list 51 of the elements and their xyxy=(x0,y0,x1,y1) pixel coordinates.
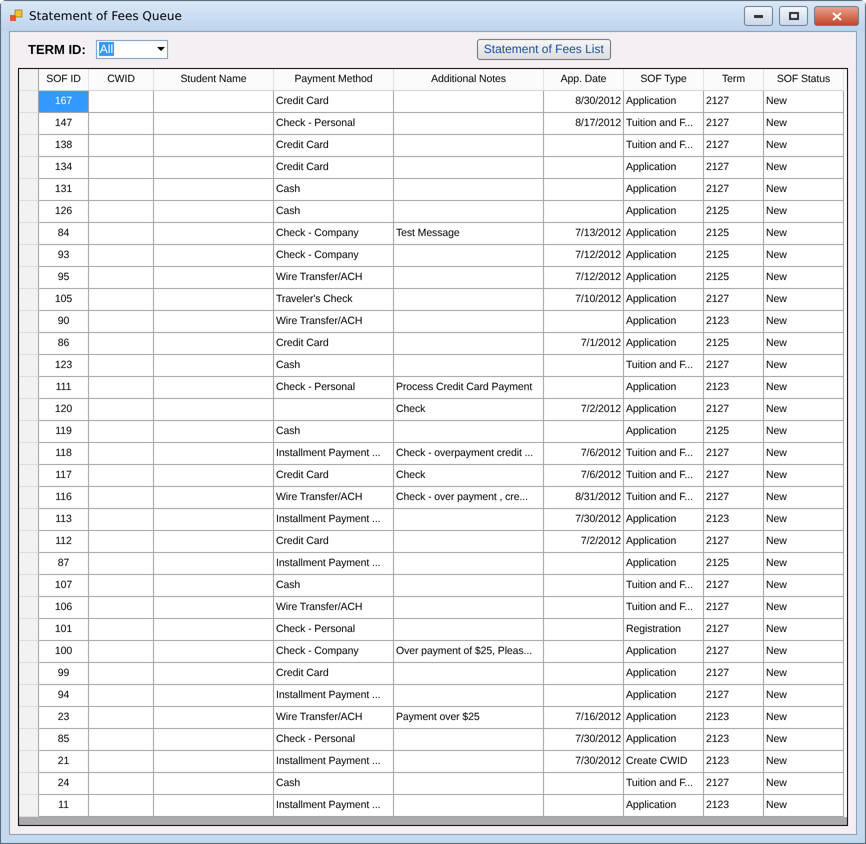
row-header[interactable] xyxy=(19,399,39,421)
table-cell: 2123 xyxy=(704,795,764,817)
row-header[interactable] xyxy=(19,531,39,553)
window-title: Statement of Fees Queue xyxy=(29,9,183,23)
row-header[interactable] xyxy=(19,245,39,267)
row-header[interactable] xyxy=(19,91,39,113)
row-header[interactable] xyxy=(19,267,39,289)
table-cell xyxy=(89,795,154,817)
row-header[interactable] xyxy=(19,619,39,641)
table-cell: Installment Payment ... xyxy=(274,795,394,817)
row-header[interactable] xyxy=(19,597,39,619)
row-header[interactable] xyxy=(19,509,39,531)
row-header[interactable] xyxy=(19,223,39,245)
row-header[interactable] xyxy=(19,135,39,157)
table-cell: New xyxy=(764,795,844,817)
row-header[interactable] xyxy=(19,795,39,817)
row-header[interactable] xyxy=(19,751,39,773)
row-header[interactable] xyxy=(19,443,39,465)
table-cell: Application xyxy=(624,795,704,817)
row-header[interactable] xyxy=(19,663,39,685)
row-header[interactable] xyxy=(19,487,39,509)
dropdown-arrow-icon xyxy=(156,47,165,51)
row-header[interactable] xyxy=(19,685,39,707)
close-button[interactable] xyxy=(814,6,859,26)
maximize-icon xyxy=(788,12,798,20)
row-header[interactable] xyxy=(19,773,39,795)
row-header[interactable] xyxy=(19,157,39,179)
row-header[interactable] xyxy=(19,553,39,575)
row-header[interactable] xyxy=(19,465,39,487)
row-header[interactable] xyxy=(19,641,39,663)
minimize-button[interactable] xyxy=(744,6,773,26)
close-icon xyxy=(832,12,842,20)
row-header[interactable] xyxy=(19,707,39,729)
table-cell: 167 xyxy=(39,91,89,113)
minimize-icon xyxy=(754,14,763,18)
app-icon xyxy=(9,9,23,23)
row-header[interactable] xyxy=(19,377,39,399)
row-header[interactable] xyxy=(19,333,39,355)
statement-of-fees-list-button[interactable]: Statement of Fees List xyxy=(476,38,611,60)
table-cell: 11 xyxy=(39,795,89,817)
row-header[interactable] xyxy=(19,311,39,333)
row-header[interactable] xyxy=(19,575,39,597)
row-header[interactable] xyxy=(19,201,39,223)
row-header[interactable] xyxy=(19,729,39,751)
row-header[interactable] xyxy=(19,421,39,443)
row-header[interactable] xyxy=(19,289,39,311)
maximize-button[interactable] xyxy=(779,6,808,26)
row-header[interactable] xyxy=(19,179,39,201)
row-header[interactable] xyxy=(19,355,39,377)
row-header[interactable] xyxy=(19,113,39,135)
term-id-label: TERM ID: xyxy=(28,42,86,56)
